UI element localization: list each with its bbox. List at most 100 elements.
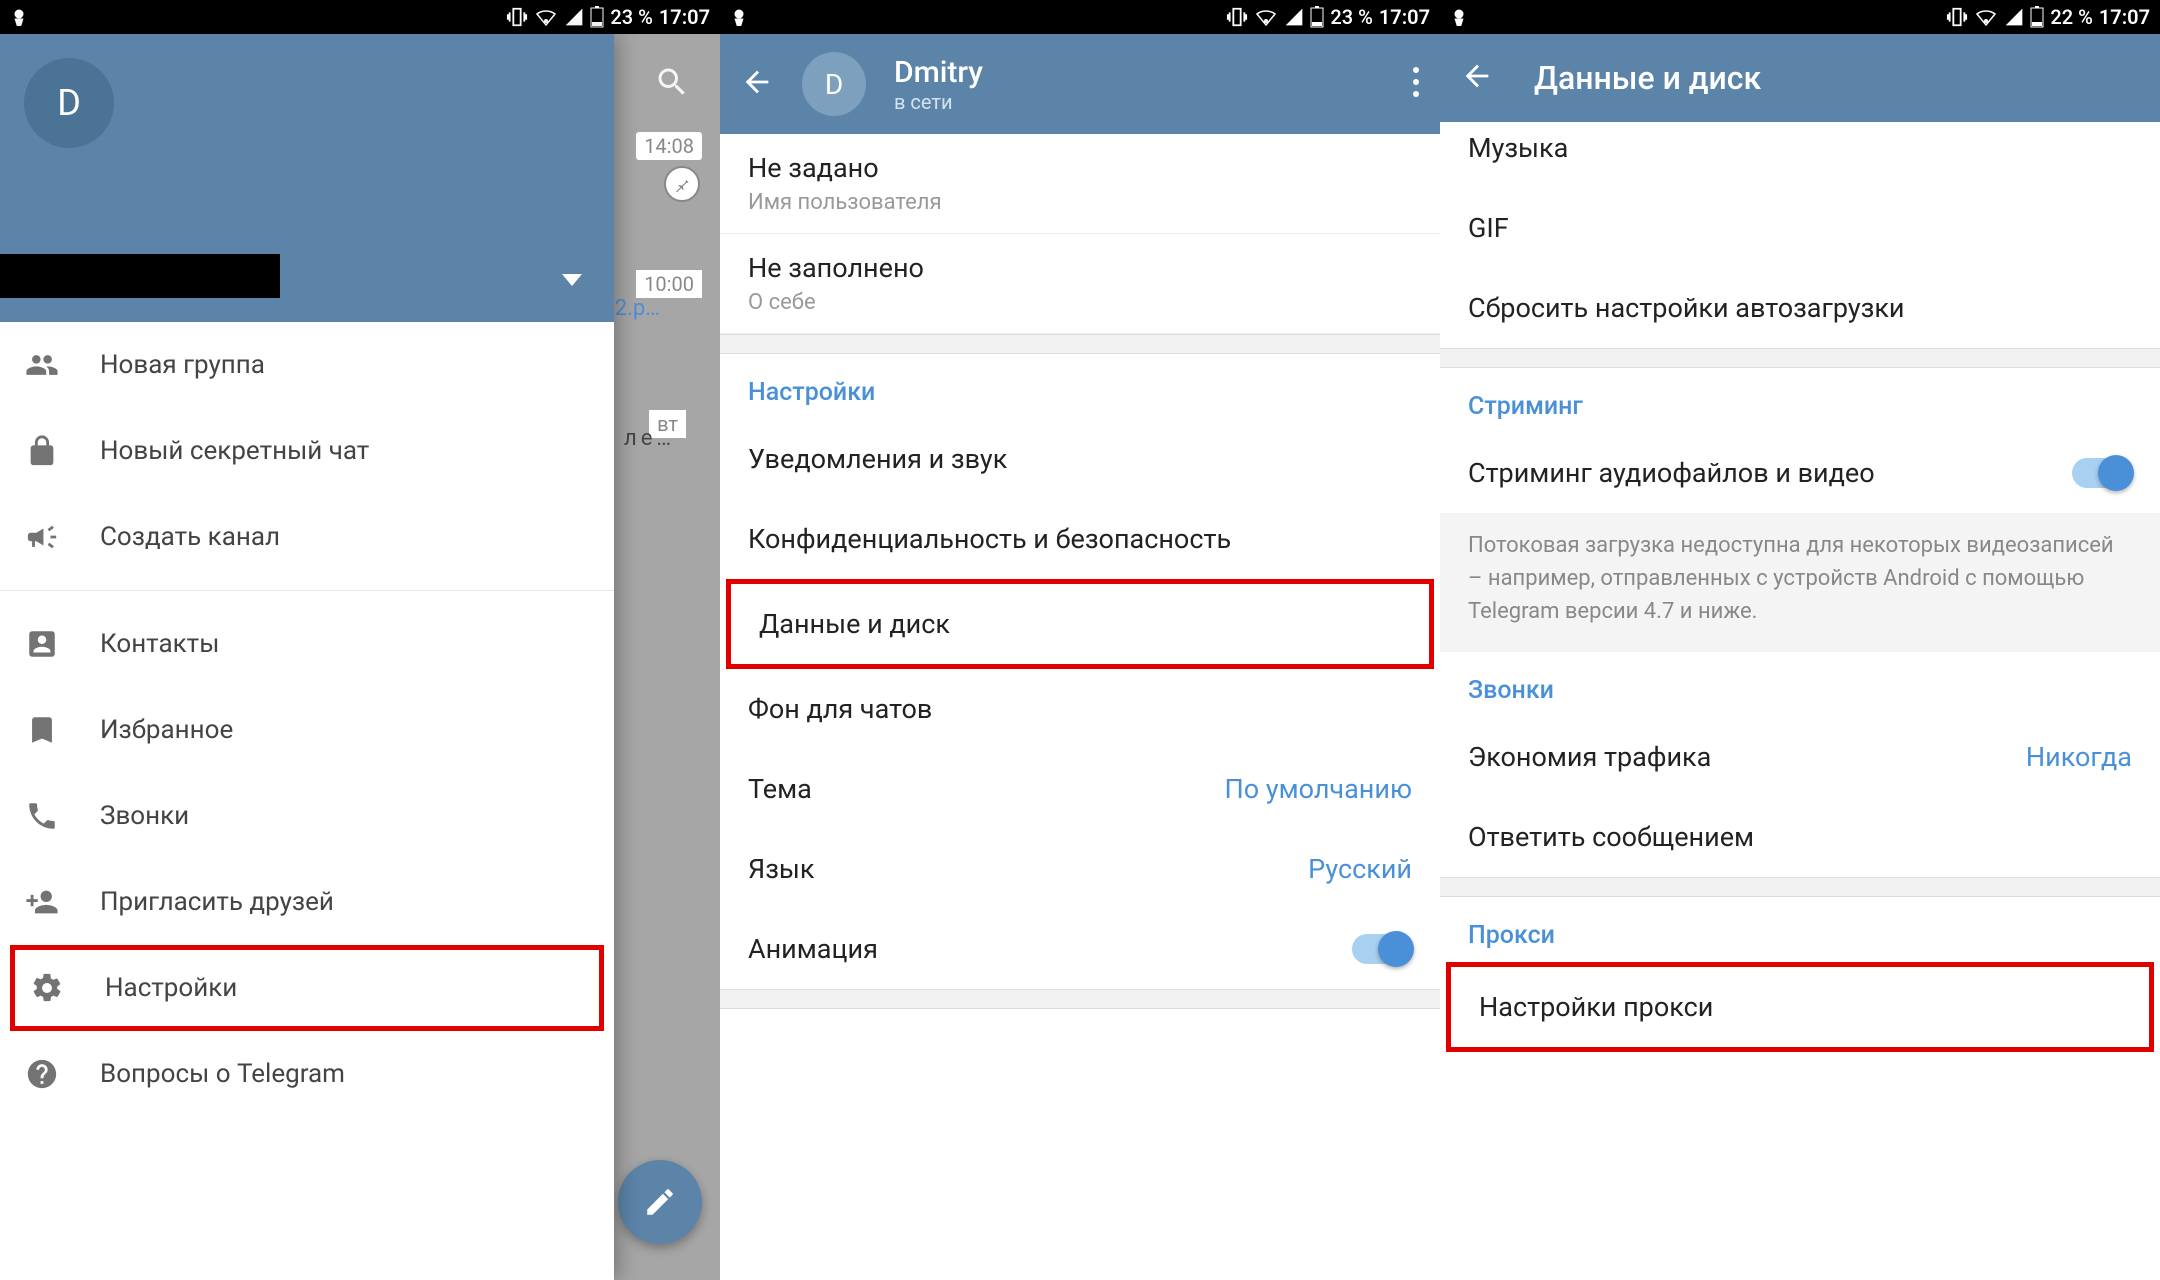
wifi-icon [1974, 5, 1998, 29]
vibrate-icon [1946, 6, 1968, 28]
phone-data-storage-view: 22 % 17:07 Данные и диск Музыка GIF Сбро… [1440, 0, 2160, 1280]
animation-toggle[interactable] [1352, 934, 1412, 964]
row-streaming-av[interactable]: Стриминг аудиофайлов и видео [1440, 433, 2160, 513]
menu-calls[interactable]: Звонки [0, 773, 614, 859]
menu-new-secret-chat[interactable]: Новый секретный чат [0, 408, 614, 494]
streaming-hint: Потоковая загрузка недоступна для некото… [1440, 513, 2160, 652]
row-value: По умолчанию [1224, 773, 1412, 805]
row-label: Данные и диск [759, 608, 950, 640]
section-header-calls: Звонки [1440, 652, 2160, 717]
clock: 17:07 [2099, 5, 2150, 29]
menu-new-group[interactable]: Новая группа [0, 322, 614, 408]
battery-percent: 22 % [2050, 5, 2092, 29]
row-label: Настройки прокси [1479, 991, 1713, 1023]
settings-privacy[interactable]: Конфиденциальность и безопасность [720, 499, 1440, 579]
wifi-icon [1254, 5, 1278, 29]
settings-animation[interactable]: Анимация [720, 909, 1440, 989]
settings-language[interactable]: Язык Русский [720, 829, 1440, 909]
person-add-icon [24, 884, 60, 920]
contact-icon [24, 626, 60, 662]
row-reply-msg[interactable]: Ответить сообщением [1440, 797, 2160, 877]
wifi-icon [534, 5, 558, 29]
clock: 17:07 [1379, 5, 1430, 29]
phone-icon [24, 798, 60, 834]
row-label: Конфиденциальность и безопасность [748, 523, 1231, 555]
signal-icon [1284, 7, 1304, 27]
search-icon[interactable] [654, 64, 690, 104]
navigation-drawer: D Новая группа Новый секретный чат Созда… [0, 34, 614, 1280]
streaming-toggle[interactable] [2072, 458, 2132, 488]
lock-icon [24, 433, 60, 469]
menu-contacts[interactable]: Контакты [0, 601, 614, 687]
row-label: Сбросить настройки автозагрузки [1468, 292, 1905, 324]
profile-status: в сети [894, 90, 983, 114]
vibrate-icon [1226, 6, 1248, 28]
page-title: Данные и диск [1534, 59, 1761, 97]
row-label: Уведомления и звук [748, 443, 1007, 475]
menu-label: Новый секретный чат [100, 436, 369, 466]
profile-avatar[interactable]: D [802, 52, 866, 116]
menu-faq[interactable]: Вопросы о Telegram [0, 1031, 614, 1117]
row-data-saving[interactable]: Экономия трафика Никогда [1440, 717, 2160, 797]
notification-icon [10, 8, 28, 26]
username-row[interactable]: Не задано Имя пользователя [720, 134, 1440, 234]
peek-text: 2.р… [615, 296, 660, 321]
vibrate-icon [506, 6, 528, 28]
row-music[interactable]: Музыка [1440, 122, 2160, 188]
row-proxy-settings[interactable]: Настройки прокси [1446, 962, 2154, 1052]
menu-settings[interactable]: Настройки [10, 945, 604, 1031]
bio-row[interactable]: Не заполнено О себе [720, 234, 1440, 334]
row-reset-autoload[interactable]: Сбросить настройки автозагрузки [1440, 268, 2160, 348]
menu-create-channel[interactable]: Создать канал [0, 494, 614, 580]
gear-icon [29, 970, 65, 1006]
menu-label: Новая группа [100, 350, 265, 380]
section-gap [1440, 877, 2160, 897]
menu-invite[interactable]: Пригласить друзей [0, 859, 614, 945]
notification-icon [730, 8, 748, 26]
signal-icon [564, 7, 584, 27]
bookmark-icon [24, 712, 60, 748]
account-name-redacted [0, 254, 280, 298]
row-label: Стриминг аудиофайлов и видео [1468, 457, 1875, 489]
group-icon [24, 347, 60, 383]
statusbar: 23 % 17:07 [720, 0, 1440, 34]
peek-ellipsis: ле… [624, 426, 675, 451]
menu-favorites[interactable]: Избранное [0, 687, 614, 773]
battery-icon [590, 6, 604, 28]
settings-data-storage[interactable]: Данные и диск [726, 579, 1434, 669]
more-menu-button[interactable] [1412, 66, 1420, 102]
notification-icon [1450, 8, 1468, 26]
account-dropdown-icon[interactable] [562, 274, 582, 286]
battery-percent: 23 % [610, 5, 652, 29]
compose-fab[interactable] [618, 1160, 702, 1244]
user-avatar[interactable]: D [24, 58, 114, 148]
battery-icon [2030, 6, 2044, 28]
statusbar: 23 % 17:07 [0, 0, 720, 34]
settings-theme[interactable]: Тема По умолчанию [720, 749, 1440, 829]
profile-title: Dmitry в сети [894, 55, 983, 114]
pin-icon [664, 166, 700, 202]
peek-timestamp-2: 10:00 [636, 270, 702, 298]
row-gif[interactable]: GIF [1440, 188, 2160, 268]
menu-label: Создать канал [100, 522, 280, 552]
row-value: Русский [1308, 853, 1412, 885]
section-gap [1440, 348, 2160, 368]
row-value: Никогда [2026, 741, 2132, 773]
back-button[interactable] [740, 65, 774, 103]
row-label: Экономия трафика [1468, 741, 1711, 773]
bio-value: Не заполнено [748, 252, 1412, 284]
row-label: Анимация [748, 933, 878, 965]
menu-label: Пригласить друзей [100, 887, 334, 917]
row-label: Язык [748, 853, 814, 885]
row-label: Фон для чатов [748, 693, 932, 725]
settings-notifications[interactable]: Уведомления и звук [720, 419, 1440, 499]
back-button[interactable] [1460, 59, 1494, 97]
settings-chat-background[interactable]: Фон для чатов [720, 669, 1440, 749]
clock: 17:07 [659, 5, 710, 29]
menu-label: Настройки [105, 973, 237, 1003]
menu-label: Контакты [100, 629, 219, 659]
phone-settings-view: 23 % 17:07 D Dmitry в сети Не задано Имя… [720, 0, 1440, 1280]
bio-label: О себе [748, 290, 1412, 315]
row-label: GIF [1468, 212, 1509, 244]
peek-timestamp: 14:08 [636, 132, 702, 160]
